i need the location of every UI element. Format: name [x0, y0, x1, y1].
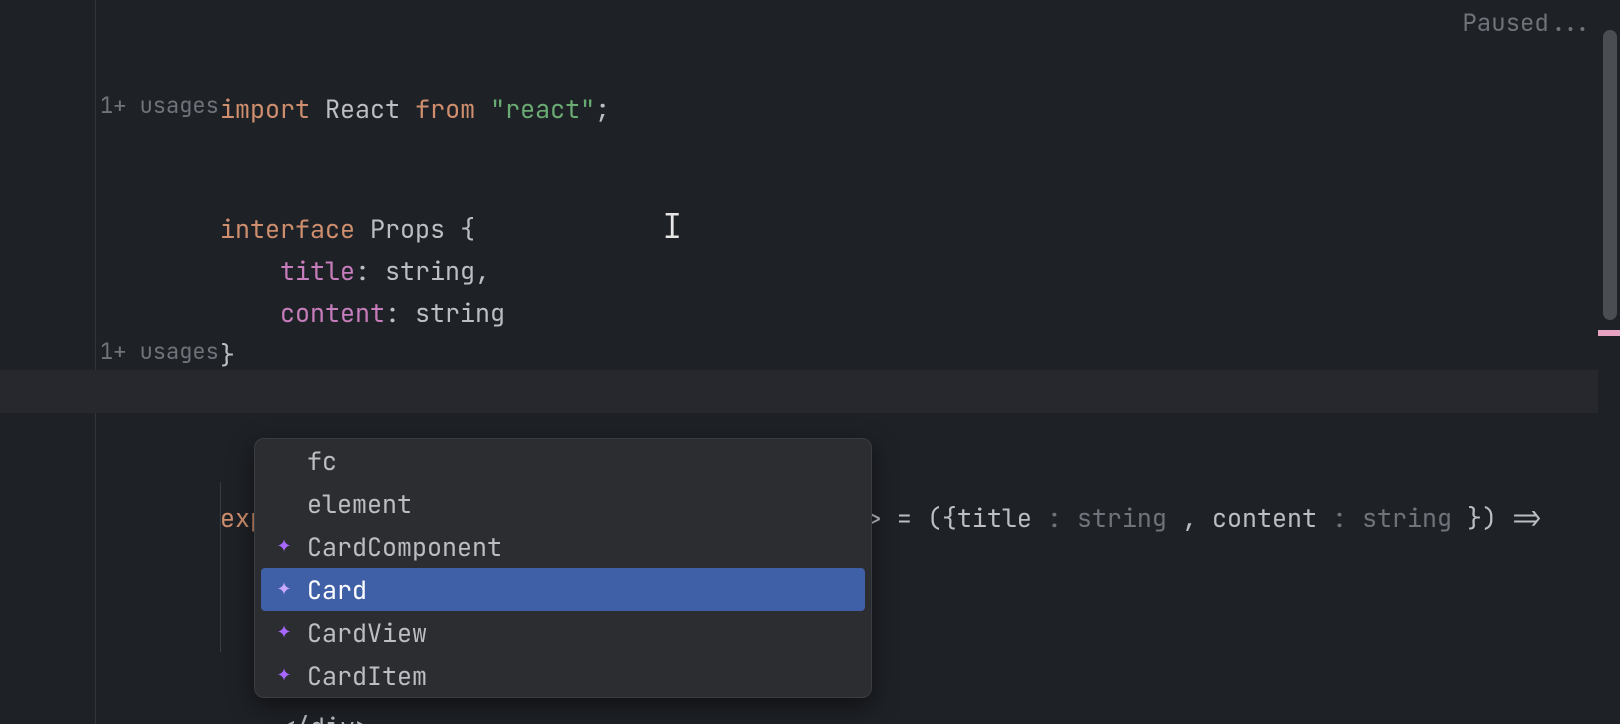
prop-title: title [220, 254, 355, 288]
autocomplete-label: Card [307, 573, 367, 607]
jsx-div-close: </div> [220, 710, 370, 724]
type-string: : string, [355, 254, 490, 288]
autocomplete-item[interactable]: fc [255, 439, 871, 482]
comma-content: , content [1167, 501, 1332, 535]
autocomplete-label: fc [307, 444, 337, 478]
code-line-blank[interactable] [100, 46, 1620, 88]
code-line[interactable]: import React from "react"; [100, 4, 1620, 46]
string-react: "react" [490, 92, 595, 126]
identifier-props: Props [370, 212, 445, 246]
keyword-from: from [415, 92, 475, 126]
autocomplete-popup[interactable]: fc element ✦ CardComponent ✦ Card ✦ Card… [254, 438, 872, 698]
autocomplete-label: element [307, 487, 412, 521]
code-editor[interactable]: Paused... import React from "react"; 1+ … [0, 0, 1620, 724]
keyword-import: import [220, 92, 310, 126]
identifier-react: React [325, 92, 400, 126]
vertical-scrollbar[interactable] [1598, 0, 1620, 724]
brace-open: { [445, 212, 475, 246]
type-hint: : string [1332, 501, 1452, 535]
sparkle-icon: ✦ [273, 535, 295, 558]
scrollbar-marker [1598, 330, 1620, 336]
code-line-current[interactable]: export const Component⁄⁄≡: React.FC<Prop… [100, 370, 1620, 412]
sparkle-icon: ✦ [273, 578, 295, 601]
autocomplete-label: CardComponent [307, 530, 502, 564]
editor-gutter [0, 0, 96, 724]
sparkle-icon: ✦ [273, 621, 295, 644]
text-cursor-icon: I [662, 210, 682, 244]
autocomplete-item[interactable]: ✦ CardView [255, 611, 871, 654]
current-line-highlight [0, 370, 1598, 413]
type-string: : string [385, 296, 505, 330]
prop-content: content [220, 296, 385, 330]
arrow-fn-tail: }) => [1452, 501, 1542, 535]
keyword-interface: interface [220, 212, 355, 246]
usages-hint[interactable]: 1+ usages [100, 334, 1620, 370]
autocomplete-item[interactable]: element [255, 482, 871, 525]
brace-close: } [220, 338, 235, 372]
autocomplete-item-selected[interactable]: ✦ Card [261, 568, 865, 611]
autocomplete-label: CardItem [307, 659, 427, 693]
scrollbar-thumb[interactable] [1603, 30, 1617, 320]
autocomplete-label: CardView [307, 616, 427, 650]
type-hint: : string [1047, 501, 1167, 535]
code-line[interactable]: interface Props { [100, 124, 1620, 166]
autocomplete-item[interactable]: ✦ CardComponent [255, 525, 871, 568]
semicolon: ; [595, 92, 610, 126]
sparkle-icon: ✦ [273, 664, 295, 687]
code-line[interactable]: title: string, [100, 166, 1620, 208]
autocomplete-item[interactable]: ✦ CardItem [255, 654, 871, 697]
